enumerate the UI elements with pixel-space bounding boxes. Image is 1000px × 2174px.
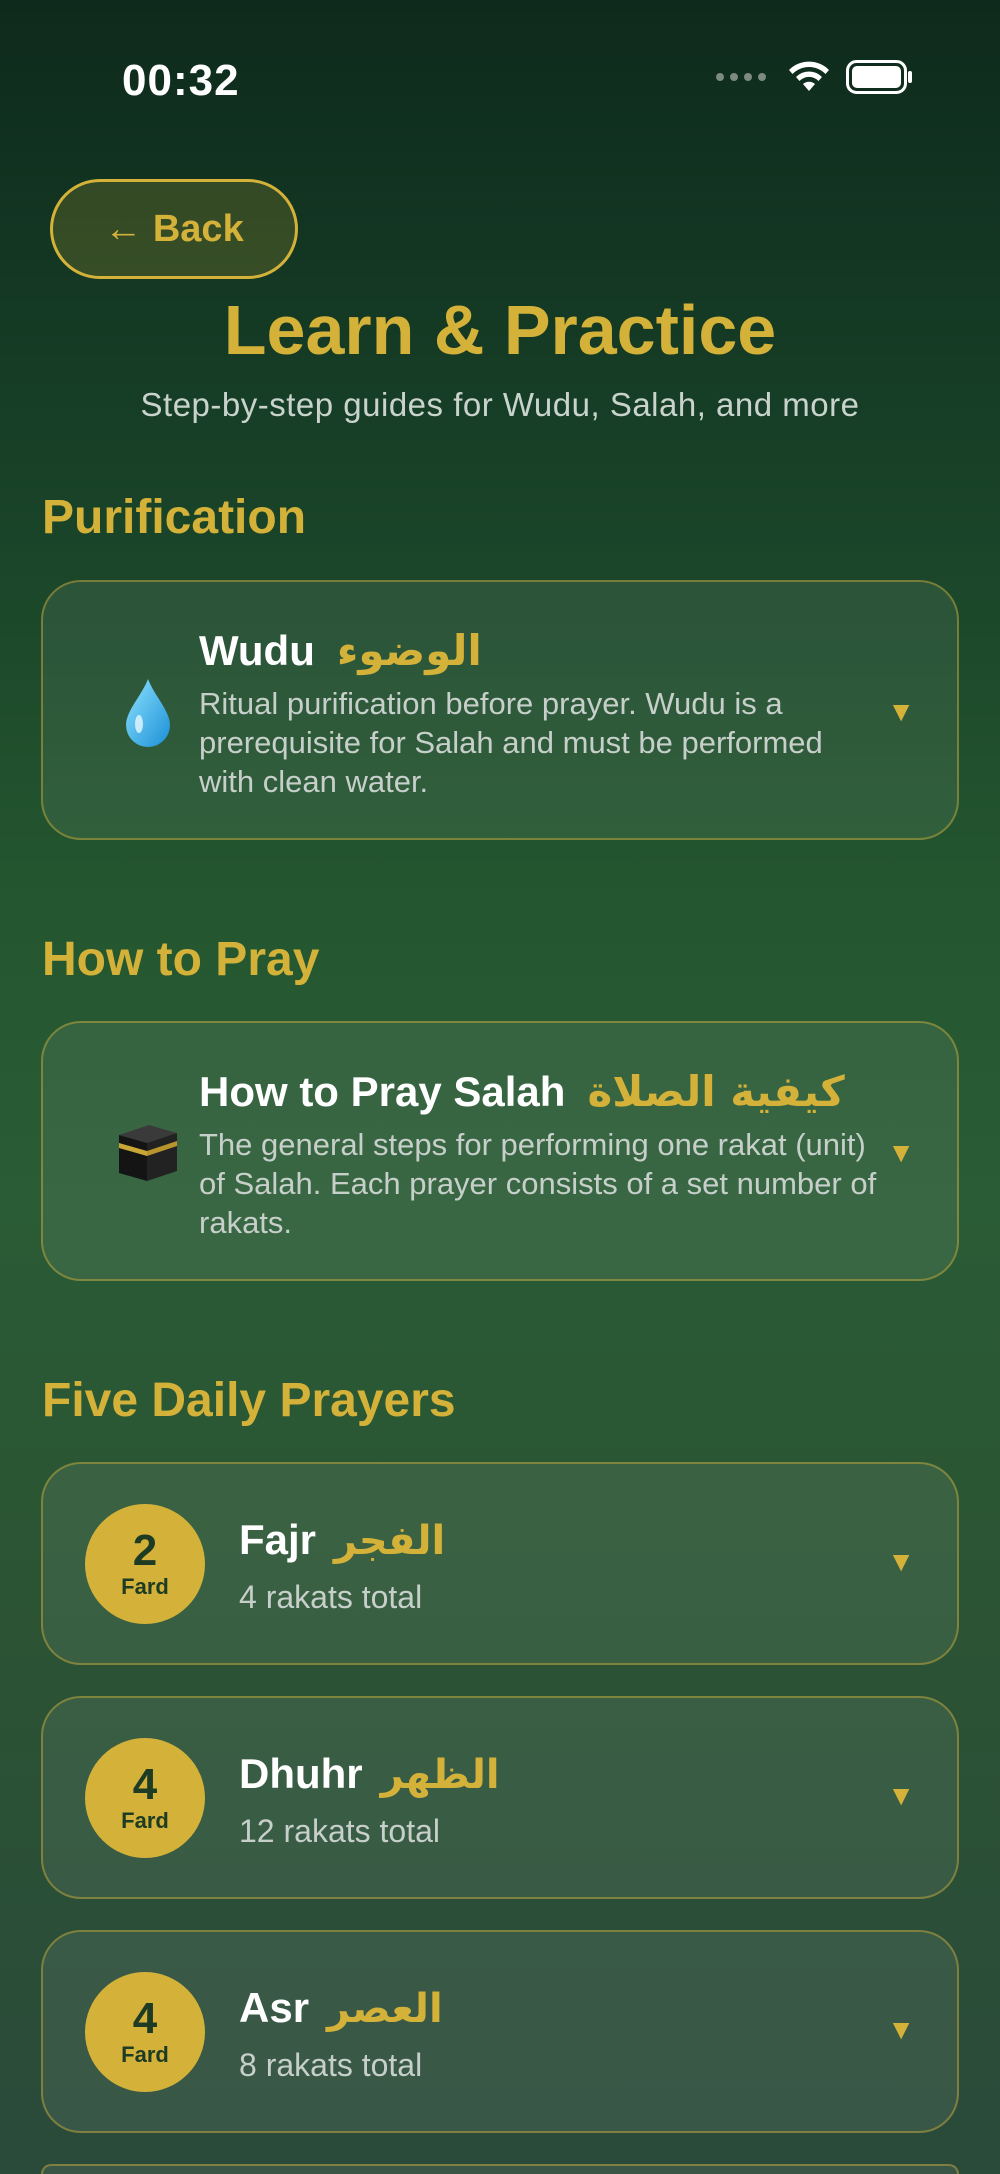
prayer-heading: Fajr الفجر [239, 1516, 445, 1564]
prayer-rakats-total: 4 rakats total [239, 1579, 423, 1615]
prayer-name: Dhuhr [239, 1750, 363, 1797]
prayer-heading: Asr العصر [239, 1984, 443, 2032]
section-title-purification: Purification [42, 491, 307, 544]
prayer-rakats-total: 8 rakats total [239, 2047, 423, 2083]
fard-count: 4 [132, 1994, 158, 2043]
page-subtitle: Step-by-step guides for Wudu, Salah, and… [140, 386, 860, 423]
guide-card-salah[interactable]: How to Pray Salah كيفية الصلاة The gener… [41, 1021, 959, 1281]
fard-count: 2 [132, 1526, 158, 1575]
fard-label: Fard [121, 2042, 169, 2067]
prayer-card-dhuhr[interactable]: 4 Fard Dhuhr الظهر 12 rakats total ▼ [41, 1696, 959, 1899]
guide-card-wudu[interactable]: Wudu الوضوء Ritual purification before p… [41, 580, 959, 840]
fard-count-badge: 4 Fard [85, 1972, 205, 2092]
chevron-down-icon: ▼ [887, 696, 915, 727]
section-title-daily-prayers: Five Daily Prayers [42, 1374, 456, 1427]
prayer-arabic-name: الفجر [334, 1518, 446, 1564]
status-bar: 00:32 [0, 0, 1000, 160]
chevron-down-icon: ▼ [887, 1780, 915, 1811]
status-time: 00:32 [122, 56, 240, 105]
guide-name: How to Pray Salah [199, 1068, 566, 1115]
fard-label: Fard [121, 1574, 169, 1599]
prayer-card-next[interactable] [41, 2164, 959, 2174]
prayer-rakats-total: 12 rakats total [239, 1813, 440, 1849]
prayer-heading: Dhuhr الظهر [239, 1750, 500, 1798]
prayer-arabic-name: الظهر [380, 1752, 500, 1798]
wifi-icon [789, 61, 829, 91]
guide-arabic-name: كيفية الصلاة [587, 1067, 845, 1116]
battery-icon [846, 60, 912, 94]
back-button[interactable]: ← Back [50, 179, 298, 279]
back-button-label: ← Back [104, 207, 244, 250]
guide-heading: Wudu الوضوء [199, 626, 482, 675]
chevron-down-icon: ▼ [887, 1546, 915, 1577]
fard-count-badge: 2 Fard [85, 1504, 205, 1624]
chevron-down-icon: ▼ [887, 2014, 915, 2045]
guide-name: Wudu [199, 627, 315, 674]
fard-count: 4 [132, 1760, 158, 1809]
prayer-name: Asr [239, 1984, 310, 2031]
section-title-how-to-pray: How to Pray [42, 933, 320, 986]
fard-label: Fard [121, 1808, 169, 1833]
prayer-card-fajr[interactable]: 2 Fard Fajr الفجر 4 rakats total ▼ [41, 1462, 959, 1665]
kaaba-icon [93, 1097, 203, 1207]
guide-description: The general steps for performing one rak… [199, 1127, 877, 1240]
signal-icon [716, 73, 766, 81]
prayer-name: Fajr [239, 1516, 317, 1563]
page-title: Learn & Practice [223, 291, 777, 369]
fard-count-badge: 4 Fard [85, 1738, 205, 1858]
guide-heading: How to Pray Salah كيفية الصلاة [199, 1067, 845, 1116]
prayer-arabic-name: العصر [327, 1986, 443, 2032]
chevron-down-icon: ▼ [887, 1137, 915, 1168]
prayer-card-asr[interactable]: 4 Fard Asr العصر 8 rakats total ▼ [41, 1930, 959, 2133]
guide-description: Ritual purification before prayer. Wudu … [199, 686, 823, 799]
status-icons [716, 60, 914, 94]
guide-arabic-name: الوضوء [336, 626, 482, 675]
water-drop-icon [93, 657, 203, 767]
